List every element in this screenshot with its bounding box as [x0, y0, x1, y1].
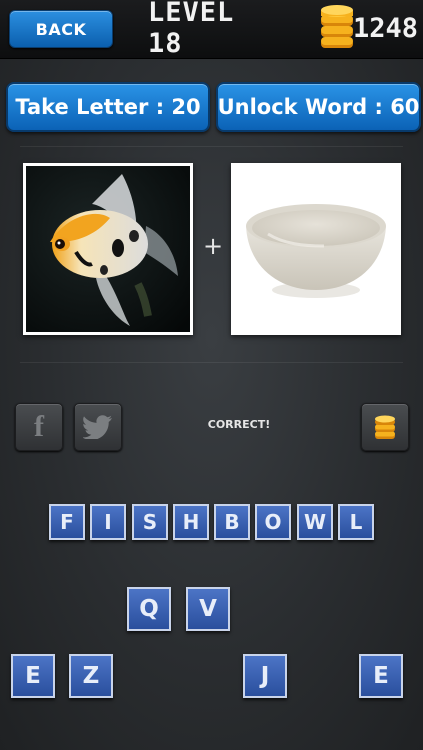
pool-letter-tile[interactable]: J	[243, 654, 287, 698]
answer-letter-tile[interactable]: O	[255, 504, 291, 540]
twitter-icon	[83, 415, 112, 439]
take-letter-button[interactable]: Take Letter : 20	[6, 82, 210, 132]
facebook-icon: f	[34, 410, 44, 443]
twitter-button[interactable]	[74, 403, 122, 451]
coin-stack-icon	[375, 415, 395, 439]
level-title: LEVEL 18	[148, 0, 235, 59]
answer-letter-tile[interactable]: W	[297, 504, 333, 540]
answer-letter-tile[interactable]: L	[338, 504, 374, 540]
answer-letter-tile[interactable]: I	[90, 504, 126, 540]
pool-letter-tile[interactable]: E	[359, 654, 403, 698]
divider	[20, 146, 403, 147]
answer-letter-tile[interactable]: S	[132, 504, 168, 540]
clue-image-bowl	[231, 163, 401, 335]
answer-letter-tile[interactable]: F	[49, 504, 85, 540]
status-text: CORRECT!	[207, 418, 271, 431]
pool-letter-tile[interactable]: V	[186, 587, 230, 631]
coin-shop-button[interactable]	[361, 403, 409, 451]
coin-stack-icon	[320, 4, 354, 52]
facebook-button[interactable]: f	[15, 403, 63, 451]
divider	[20, 362, 403, 363]
top-bar: BACK LEVEL 18 1248	[0, 0, 423, 59]
plus-sign: +	[203, 232, 224, 260]
answer-letter-tile[interactable]: B	[214, 504, 250, 540]
pool-letter-tile[interactable]: E	[11, 654, 55, 698]
pool-letter-tile[interactable]: Z	[69, 654, 113, 698]
answer-letter-tile[interactable]: H	[173, 504, 209, 540]
unlock-word-button[interactable]: Unlock Word : 60	[216, 82, 421, 132]
coin-count: 1248	[353, 12, 419, 44]
back-button[interactable]: BACK	[9, 10, 113, 48]
pool-letter-tile[interactable]: Q	[127, 587, 171, 631]
clue-image-fish	[23, 163, 193, 335]
